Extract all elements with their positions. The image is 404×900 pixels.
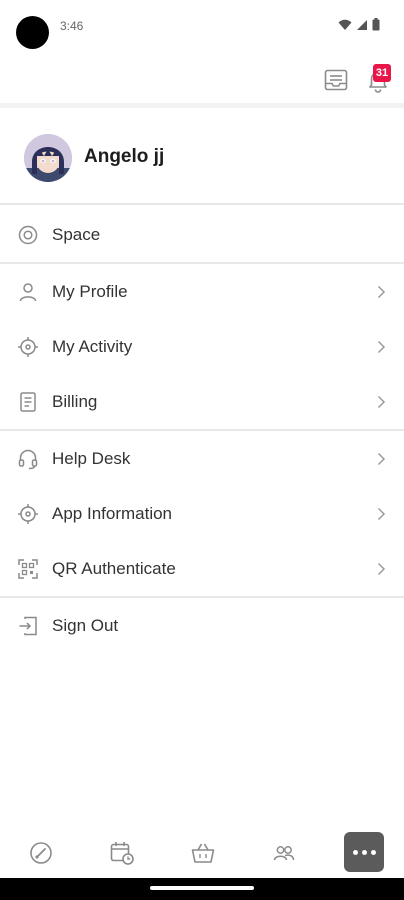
chevron-right-icon (376, 340, 386, 354)
profile-name: Angelo jj (84, 146, 165, 167)
battery-icon (372, 18, 380, 31)
more-dot (370, 849, 376, 855)
menu-item-space[interactable]: Space (0, 207, 404, 262)
status-icons (338, 18, 380, 31)
menu-item-sign-out[interactable]: Sign Out (0, 598, 404, 653)
headset-icon (17, 448, 39, 470)
more-dot (361, 849, 367, 855)
menu-item-help-desk[interactable]: Help Desk (0, 431, 404, 486)
menu-item-label: My Activity (52, 336, 133, 356)
chevron-right-icon (376, 562, 386, 576)
inbox-icon (324, 69, 348, 91)
menu-item-label: Help Desk (52, 448, 131, 468)
home-gesture-handle[interactable] (150, 886, 254, 890)
top-bar (0, 56, 404, 108)
inbox-button[interactable] (323, 67, 349, 93)
chevron-right-icon (376, 452, 386, 466)
target-icon (17, 224, 39, 246)
crosshair-icon (17, 503, 39, 525)
avatar (24, 134, 72, 182)
camera-cutout (16, 16, 49, 49)
status-time: 3:46 (60, 19, 84, 33)
menu-item-my-profile[interactable]: My Profile (0, 264, 404, 319)
profile-header[interactable]: Angelo jj (0, 113, 404, 205)
menu-item-label: Space (52, 224, 101, 244)
nav-people[interactable] (271, 840, 297, 866)
avatar-image (24, 134, 72, 182)
basket-icon (191, 843, 215, 863)
menu-item-billing[interactable]: Billing (0, 374, 404, 429)
bottom-navigation (0, 826, 404, 878)
menu-item-label: Billing (52, 391, 98, 411)
menu-item-label: My Profile (52, 281, 128, 301)
wifi-icon (338, 19, 352, 30)
signal-icon (357, 19, 367, 30)
nav-calendar[interactable] (109, 840, 135, 866)
menu-item-label: QR Authenticate (52, 558, 176, 578)
nav-dashboard[interactable] (28, 840, 54, 866)
person-icon (17, 281, 39, 303)
document-icon (17, 391, 39, 413)
system-gesture-bar (0, 878, 404, 900)
menu-item-my-activity[interactable]: My Activity (0, 319, 404, 374)
more-dot (352, 849, 358, 855)
status-bar: 3:46 (0, 0, 404, 56)
menu-item-qr-authenticate[interactable]: QR Authenticate (0, 541, 404, 596)
account-menu: Space My Profile My Activity Billing Hel… (0, 207, 404, 653)
menu-item-label: Sign Out (52, 615, 119, 635)
menu-item-label: App Information (52, 503, 173, 523)
people-icon (273, 846, 295, 861)
notification-count-badge: 31 (373, 64, 391, 82)
menu-item-app-information[interactable]: App Information (0, 486, 404, 541)
sign-out-icon (17, 615, 39, 637)
dashboard-gauge-icon (30, 842, 52, 864)
chevron-right-icon (376, 395, 386, 409)
qr-code-icon (17, 558, 39, 580)
calendar-clock-icon (110, 842, 134, 865)
crosshair-icon (17, 336, 39, 358)
more-icon[interactable] (344, 832, 384, 872)
nav-basket[interactable] (190, 840, 216, 866)
chevron-right-icon (376, 285, 386, 299)
chevron-right-icon (376, 507, 386, 521)
app-screen: 3:46 31 Angelo jj Space My Profile My Ac… (0, 0, 404, 900)
